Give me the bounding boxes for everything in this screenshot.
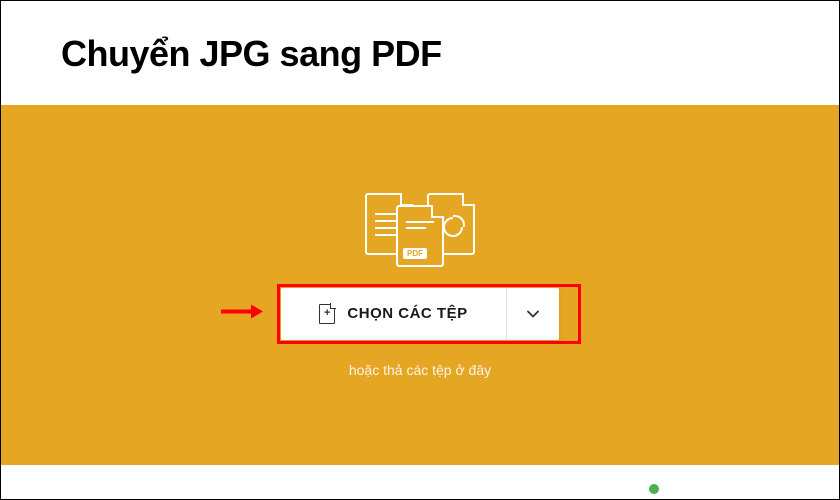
file-add-icon: + <box>319 304 335 324</box>
file-stack-icon: PDF <box>365 193 475 268</box>
choose-files-label: CHỌN CÁC TỆP <box>347 305 467 322</box>
status-dot-icon <box>649 484 659 494</box>
choose-button-wrapper: + CHỌN CÁC TỆP <box>281 288 558 340</box>
page-footer <box>1 479 839 499</box>
choose-files-button[interactable]: + CHỌN CÁC TỆP <box>281 288 505 340</box>
choose-files-dropdown-toggle[interactable] <box>506 288 559 340</box>
arrow-right-indicator-icon <box>221 302 263 325</box>
page-title: Chuyển JPG sang PDF <box>61 33 779 75</box>
upload-dropzone[interactable]: PDF + CHỌN CÁC TỆP hoặc thả các <box>1 105 839 465</box>
choose-files-button-group: + CHỌN CÁC TỆP <box>281 288 558 340</box>
chevron-down-icon <box>527 308 539 320</box>
page-header: Chuyển JPG sang PDF <box>1 1 839 105</box>
drop-hint-text: hoặc thả các tệp ở đây <box>349 362 491 378</box>
pdf-badge-label: PDF <box>403 248 427 259</box>
pdf-file-icon: PDF <box>396 205 444 267</box>
